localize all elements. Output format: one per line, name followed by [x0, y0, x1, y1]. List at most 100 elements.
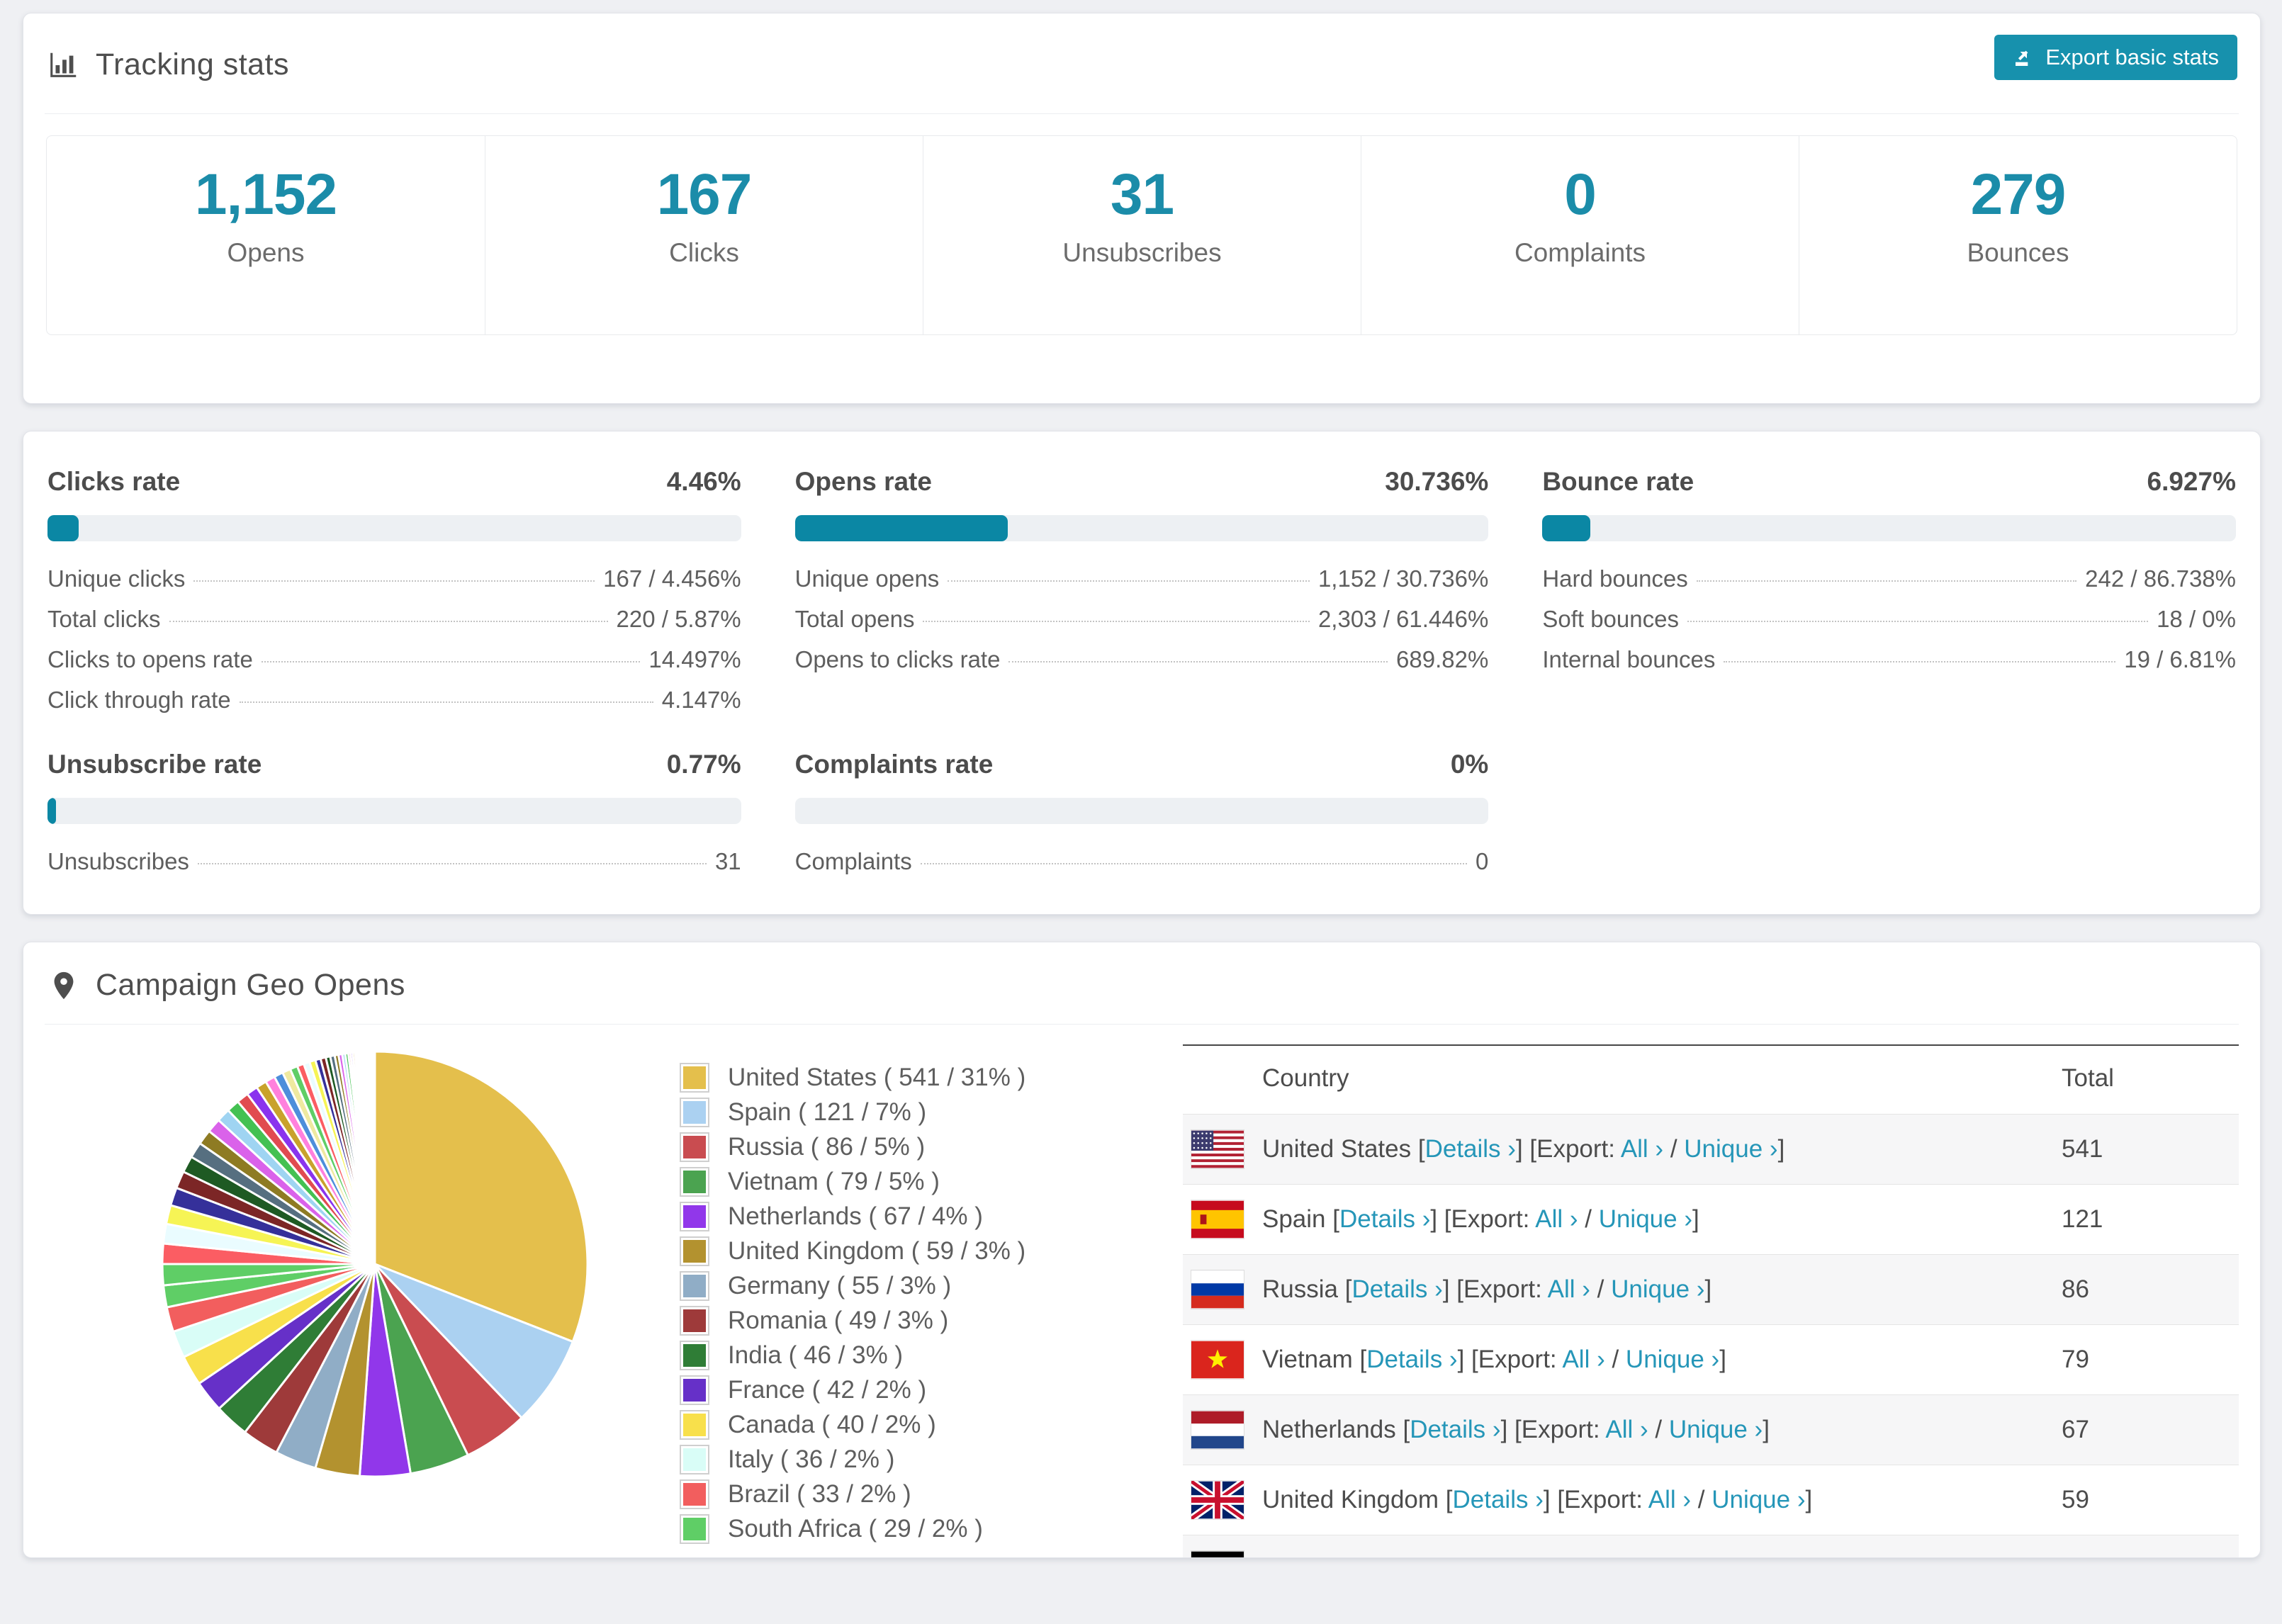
legend-item[interactable]: Canada ( 40 / 2% ) [680, 1410, 1105, 1440]
summary-stat-label: Bounces [1967, 238, 2069, 267]
export-unique-link[interactable]: Unique › [1637, 1556, 1731, 1557]
rate-progress-bar [794, 798, 1489, 824]
rate-rows: Unique opens 1,152 / 30.736% Total opens 2,… [795, 565, 1489, 672]
rate-row: Unique clicks 167 / 4.456% [47, 565, 741, 592]
rate-row-label: Unsubscribes [47, 848, 189, 874]
geo-table-row: Netherlands [Details ›] [Export: All › /… [1183, 1394, 2239, 1465]
legend-swatch [680, 1063, 709, 1093]
legend-swatch [680, 1479, 709, 1509]
rate-progress-fill [794, 515, 1008, 541]
leader-dots [923, 621, 1310, 622]
flag-column-header [1183, 1045, 1262, 1115]
legend-item[interactable]: Spain ( 121 / 7% ) [680, 1098, 1105, 1127]
legend-item[interactable]: Germany ( 55 / 3% ) [680, 1271, 1105, 1301]
legend-item[interactable]: United States ( 541 / 31% ) [680, 1063, 1105, 1093]
flag-ru-icon [1191, 1270, 1244, 1309]
legend-label: Vietnam ( 79 / 5% ) [728, 1168, 940, 1195]
legend-item[interactable]: South Africa ( 29 / 2% ) [680, 1514, 1105, 1544]
export-all-link[interactable]: All › [1648, 1486, 1691, 1513]
legend-swatch [680, 1306, 709, 1336]
export-all-link[interactable]: All › [1562, 1346, 1604, 1373]
country-name: United States [1262, 1135, 1412, 1163]
flag-cell [1183, 1254, 1262, 1325]
flag-cell [1183, 1465, 1262, 1535]
export-all-link[interactable]: All › [1605, 1416, 1648, 1443]
country-cell: Germany [Details ›] [Export: All › / Uni… [1262, 1535, 2062, 1557]
rate-value: 30.736% [1385, 467, 1489, 496]
rate-panel: Unsubscribe rate 0.77% Unsubscribes 31 [47, 750, 741, 874]
rate-rows: Unsubscribes 31 [47, 848, 741, 874]
rate-row: Total opens 2,303 / 61.446% [795, 606, 1489, 632]
export-basic-stats-button[interactable]: Export basic stats [1994, 35, 2237, 80]
details-link[interactable]: Details › [1351, 1275, 1442, 1303]
legend-swatch [680, 1271, 709, 1301]
leader-dots [169, 621, 608, 622]
tracking-stats-header: Tracking stats Export basic stats [23, 13, 2260, 113]
export-all-link[interactable]: All › [1548, 1275, 1590, 1303]
rate-panel-head: Complaints rate 0% [795, 750, 1489, 779]
export-all-link[interactable]: All › [1535, 1205, 1578, 1233]
details-link[interactable]: Details › [1339, 1205, 1430, 1233]
country-name: United Kingdom [1262, 1486, 1439, 1513]
summary-stat-value: 31 [1110, 162, 1174, 227]
flag-de-icon [1191, 1551, 1244, 1557]
export-all-link[interactable]: All › [1574, 1556, 1617, 1557]
export-all-link[interactable]: All › [1621, 1135, 1663, 1163]
geo-table-row: Russia [Details ›] [Export: All › / Uniq… [1183, 1254, 2239, 1325]
pie-slice[interactable] [373, 1050, 376, 1265]
geo-content: United States ( 541 / 31% ) Spain ( 121 /… [23, 1025, 2260, 1557]
details-link[interactable]: Details › [1366, 1346, 1457, 1373]
legend-item[interactable]: Russia ( 86 / 5% ) [680, 1132, 1105, 1162]
rate-rows: Complaints 0 [795, 848, 1489, 874]
details-link[interactable]: Details › [1378, 1556, 1468, 1557]
leader-dots [261, 661, 641, 662]
page-title: Tracking stats [96, 47, 290, 81]
rate-row-value: 31 [714, 848, 741, 874]
geo-table-wrap: Country Total United States [Details ›] … [1183, 1044, 2239, 1557]
legend-label: United States ( 541 / 31% ) [728, 1064, 1026, 1091]
rate-progress-bar [1542, 515, 2236, 541]
rate-row: Clicks to opens rate 14.497% [47, 646, 741, 672]
legend-item[interactable]: Netherlands ( 67 / 4% ) [680, 1202, 1105, 1231]
summary-stat-value: 279 [1970, 162, 2067, 227]
export-unique-link[interactable]: Unique › [1626, 1346, 1719, 1373]
rate-row: Opens to clicks rate 689.82% [795, 646, 1489, 672]
export-unique-link[interactable]: Unique › [1599, 1205, 1692, 1233]
legend-item[interactable]: Romania ( 49 / 3% ) [680, 1306, 1105, 1336]
export-unique-link[interactable]: Unique › [1669, 1416, 1763, 1443]
geo-opens-pie-chart[interactable] [155, 1044, 595, 1484]
details-link[interactable]: Details › [1425, 1135, 1516, 1163]
rates-card: Clicks rate 4.46% Unique clicks 167 / 4.456… [23, 431, 2261, 915]
rate-row-value: 220 / 5.87% [616, 606, 741, 632]
geo-opens-card: Campaign Geo Opens United States ( 541 /… [23, 942, 2261, 1558]
export-unique-link[interactable]: Unique › [1712, 1486, 1805, 1513]
legend-item[interactable]: Brazil ( 33 / 2% ) [680, 1479, 1105, 1509]
legend-item[interactable]: India ( 46 / 3% ) [680, 1341, 1105, 1370]
rate-row-value: 242 / 86.738% [2085, 565, 2236, 592]
details-link[interactable]: Details › [1453, 1486, 1544, 1513]
rate-row: Complaints 0 [795, 848, 1489, 874]
header-divider [45, 113, 2239, 114]
details-link[interactable]: Details › [1410, 1416, 1500, 1443]
legend-swatch [680, 1132, 709, 1162]
rates-row-1: Clicks rate 4.46% Unique clicks 167 / 4.456… [47, 467, 2236, 713]
legend-item[interactable]: Italy ( 36 / 2% ) [680, 1445, 1105, 1474]
country-name: Germany [1262, 1556, 1364, 1557]
export-unique-link[interactable]: Unique › [1684, 1135, 1777, 1163]
legend-swatch [680, 1514, 709, 1544]
rate-panel: Opens rate 30.736% Unique opens 1,152 / 30.… [794, 467, 1489, 710]
leader-dots [948, 580, 1310, 582]
export-unique-link[interactable]: Unique › [1611, 1275, 1704, 1303]
legend-item[interactable]: Vietnam ( 79 / 5% ) [680, 1167, 1105, 1197]
rate-row-value: 4.147% [661, 687, 741, 713]
rate-panel: Complaints rate 0% Complaints 0 [794, 750, 1489, 874]
rate-row-value: 18 / 0% [2157, 606, 2236, 632]
country-total: 55 [2062, 1535, 2239, 1557]
rate-row-label: Internal bounces [1542, 646, 1716, 672]
rate-value: 0% [1450, 750, 1489, 779]
summary-stat: 1,152 Opens [47, 136, 485, 334]
legend-item[interactable]: United Kingdom ( 59 / 3% ) [680, 1236, 1105, 1266]
legend-item[interactable]: France ( 42 / 2% ) [680, 1375, 1105, 1405]
rate-row-value: 2,303 / 61.446% [1317, 606, 1489, 632]
country-total: 67 [2062, 1394, 2239, 1465]
